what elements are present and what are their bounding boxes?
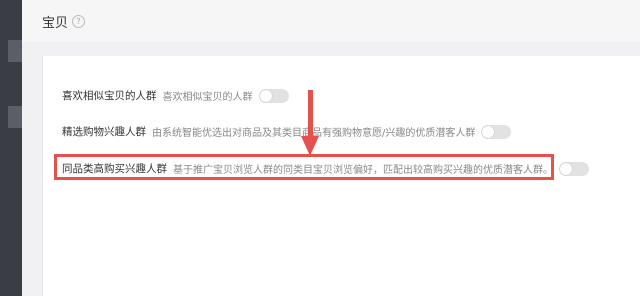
sidebar-tab: [8, 106, 22, 128]
section-title-text: 宝贝: [42, 16, 69, 31]
audience-label: 精选购物兴趣人群: [62, 126, 146, 138]
sidebar-tab: [8, 40, 22, 62]
left-sidebar-edge: [0, 0, 22, 296]
toggle-knob: [560, 162, 572, 175]
audience-toggle[interactable]: [258, 88, 289, 103]
audience-row: 精选购物兴趣人群 由系统智能优选出对商品及其类目商品有强购物意愿/兴趣的优质潜客…: [62, 124, 512, 139]
help-icon[interactable]: ?: [72, 15, 86, 28]
audience-label: 喜欢相似宝贝的人群: [62, 90, 157, 102]
toggle-knob: [482, 125, 495, 138]
audience-desc: 喜欢相似宝贝的人群: [162, 92, 253, 103]
toggle-knob: [259, 89, 272, 102]
audience-toggle[interactable]: [559, 161, 589, 176]
pointer-arrow-icon: [301, 90, 319, 156]
audience-row: 喜欢相似宝贝的人群 喜欢相似宝贝的人群: [62, 88, 289, 103]
section-header: [22, 0, 640, 42]
section-title: 宝贝 ?: [42, 12, 86, 31]
audience-toggle[interactable]: [481, 124, 512, 139]
